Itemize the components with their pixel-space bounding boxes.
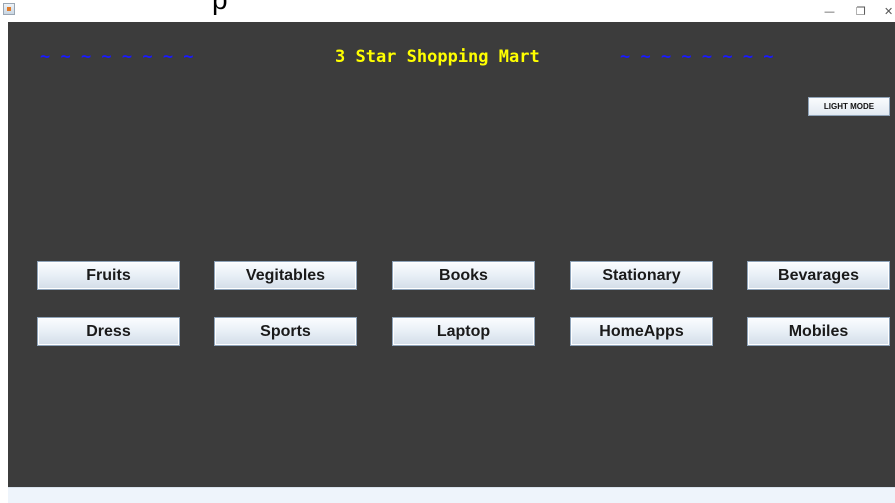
restore-icon[interactable]: ❐ [856, 6, 866, 18]
java-app-icon [3, 3, 15, 15]
category-button-sports[interactable]: Sports [214, 317, 357, 346]
tilde-decoration-right: ~ ~ ~ ~ ~ ~ ~ ~ [620, 47, 774, 67]
category-button-bevarages[interactable]: Bevarages [747, 261, 890, 290]
category-button-dress[interactable]: Dress [37, 317, 180, 346]
category-button-laptop[interactable]: Laptop [392, 317, 535, 346]
tilde-decoration-left: ~ ~ ~ ~ ~ ~ ~ ~ [40, 47, 194, 67]
category-button-vegitables[interactable]: Vegitables [214, 261, 357, 290]
category-button-homeapps[interactable]: HomeApps [570, 317, 713, 346]
window-title-bar: p — ❐ ✕ [0, 0, 895, 22]
light-mode-button[interactable]: LIGHT MODE [808, 97, 890, 116]
bottom-strip [8, 487, 895, 503]
category-button-fruits[interactable]: Fruits [37, 261, 180, 290]
header-banner: ~ ~ ~ ~ ~ ~ ~ ~ 3 Star Shopping Mart ~ ~… [8, 44, 895, 70]
category-button-stationary[interactable]: Stationary [570, 261, 713, 290]
window-title: p [212, 0, 228, 14]
main-panel: ~ ~ ~ ~ ~ ~ ~ ~ 3 Star Shopping Mart ~ ~… [8, 22, 895, 487]
minimize-icon[interactable]: — [824, 6, 835, 18]
store-title: 3 Star Shopping Mart [335, 47, 540, 67]
close-icon[interactable]: ✕ [884, 6, 893, 18]
category-button-mobiles[interactable]: Mobiles [747, 317, 890, 346]
category-button-books[interactable]: Books [392, 261, 535, 290]
